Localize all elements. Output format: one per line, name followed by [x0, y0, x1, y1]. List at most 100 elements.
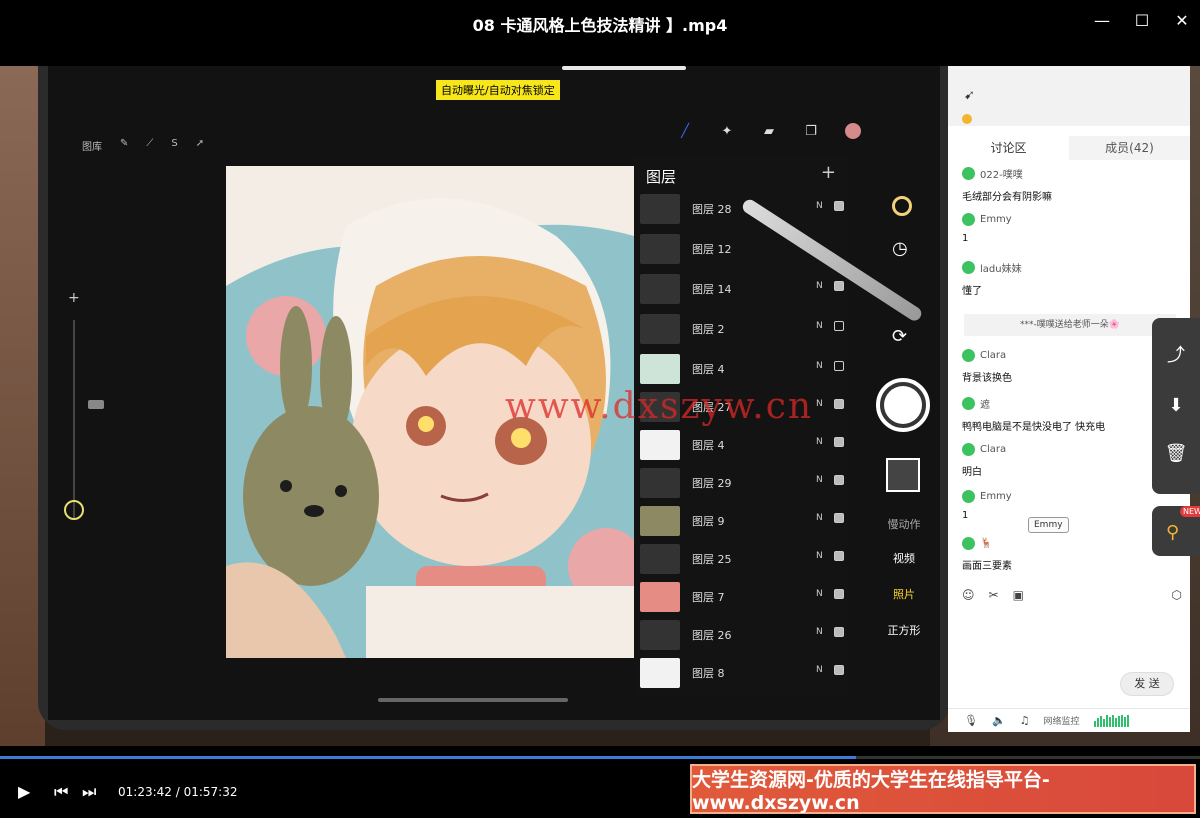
layer-blend-mode: N	[816, 627, 823, 637]
color-swatch-icon	[844, 122, 862, 140]
watermark: www.dxszyw.cn	[505, 386, 814, 427]
layer-name: 图层 28	[692, 203, 732, 216]
timer-icon: ◷	[892, 238, 908, 259]
next-icon[interactable]: ⏭	[82, 782, 96, 802]
mode-square: 正方形	[887, 624, 921, 637]
chat-tabs: 讨论区 成员(42)	[948, 136, 1190, 160]
speaker-icon[interactable]: 🔈	[992, 714, 1006, 727]
side-action-bar: ⤴ ⬇ 🗑	[1152, 318, 1200, 494]
network-bars-icon	[1093, 714, 1129, 727]
trash-icon[interactable]: 🗑	[1164, 442, 1188, 466]
wechat-icon	[962, 443, 975, 456]
layer-visibility-checkbox	[834, 361, 844, 371]
wechat-icon	[962, 167, 975, 180]
layer-thumbnail	[640, 194, 680, 224]
layer-row: 图层 2 N	[634, 310, 848, 348]
settings-icon[interactable]: ⬡	[1172, 588, 1182, 602]
microphone-icon[interactable]: 🎙	[964, 714, 978, 727]
slider-handle	[88, 400, 104, 409]
chat-message: ladu妹妹 懂了	[962, 260, 1182, 297]
message-user: Clara	[980, 350, 1007, 361]
shutter-button	[876, 378, 930, 432]
progress-bar[interactable]	[0, 756, 1200, 759]
download-icon[interactable]: ⬇	[1164, 394, 1188, 418]
share-icon[interactable]: ⤴	[1164, 344, 1188, 368]
layer-blend-mode: N	[816, 513, 823, 523]
wechat-icon	[962, 490, 975, 503]
layer-blend-mode: N	[816, 361, 823, 371]
layer-row: 图层 28 N	[634, 190, 848, 228]
layer-name: 图层 2	[692, 323, 725, 336]
layer-name: 图层 7	[692, 591, 725, 604]
layer-visibility-checkbox	[834, 281, 844, 291]
camera-controls: ◷ ⟳ 慢动作 视频 照片 正方形	[874, 186, 944, 746]
layer-row: 图层 14 N	[634, 270, 848, 308]
message-user: Clara	[980, 444, 1007, 455]
message-text: 1	[962, 510, 969, 521]
pin-button[interactable]: NEW ⚲	[1152, 506, 1200, 556]
layer-visibility-checkbox	[834, 399, 844, 409]
color-picker-icon	[64, 500, 84, 520]
cursor-icon: ➹	[964, 88, 975, 103]
layer-name: 图层 9	[692, 515, 725, 528]
layer-blend-mode: N	[816, 399, 823, 409]
layer-row: 图层 26 N	[634, 616, 848, 654]
message-user: 遮	[980, 400, 990, 411]
music-icon[interactable]: ♫	[1020, 714, 1030, 727]
layer-name: 图层 8	[692, 667, 725, 680]
eraser-icon: ▰	[764, 123, 774, 139]
layer-thumbnail	[640, 274, 680, 304]
layer-thumbnail	[640, 506, 680, 536]
layer-thumbnail	[640, 620, 680, 650]
plus-icon: +	[68, 290, 80, 306]
tab-members[interactable]: 成员(42)	[1069, 136, 1190, 160]
ipad-device: 自动曝光/自动对焦锁定 图库 ✎ ⟋ S ➚ ╱ ✦ ▰ ❐ + 图层 + 图层…	[38, 66, 950, 730]
chat-message: Emmy 1	[962, 213, 1182, 244]
message-user: 🦌	[980, 538, 993, 549]
home-indicator	[378, 698, 568, 702]
layer-name: 图层 4	[692, 363, 725, 376]
gift-notice: ***-噗噗送给老师一朵🌸	[964, 314, 1176, 336]
wechat-icon	[962, 537, 975, 550]
mode-video: 视频	[893, 552, 915, 565]
maximize-icon[interactable]: ☐	[1128, 8, 1156, 32]
emoji-icon[interactable]: ☺	[962, 588, 975, 602]
tab-discussion[interactable]: 讨论区	[948, 136, 1069, 160]
switch-camera-icon: ⟳	[892, 326, 908, 347]
image-icon[interactable]: ▣	[1013, 588, 1024, 602]
layer-row: 图层 29 N	[634, 464, 848, 502]
layer-blend-mode: N	[816, 321, 823, 331]
message-text: 背景该换色	[962, 373, 1012, 384]
layer-blend-mode: N	[816, 201, 823, 211]
chat-toolbar: ☺ ✂ ▣ ⬡	[962, 588, 1182, 602]
layer-name: 图层 14	[692, 283, 732, 296]
layer-row: 图层 4 N	[634, 350, 848, 388]
layer-thumbnail	[640, 354, 680, 384]
chat-message: Emmy 1	[962, 490, 1182, 521]
layer-thumbnail	[640, 234, 680, 264]
chat-header: ➹	[948, 66, 1190, 126]
close-icon[interactable]: ✕	[1168, 8, 1196, 32]
layer-visibility-checkbox	[834, 475, 844, 485]
magic-wand-icon: ⟋	[146, 138, 154, 149]
layer-row: 图层 9 N	[634, 502, 848, 540]
layer-row: 图层 25 N	[634, 540, 848, 578]
progress-fill	[0, 756, 856, 759]
message-user: Emmy	[980, 214, 1012, 225]
user-tooltip: Emmy	[1028, 517, 1069, 533]
message-text: 1	[962, 233, 969, 244]
layer-visibility-checkbox	[834, 321, 844, 331]
minimize-icon[interactable]: —	[1088, 8, 1116, 32]
previous-icon[interactable]: ⏮	[54, 782, 68, 802]
layer-name: 图层 12	[692, 243, 732, 256]
top-handle	[562, 66, 686, 70]
layer-thumbnail	[640, 314, 680, 344]
play-icon[interactable]: ▶	[18, 782, 30, 801]
scissors-icon[interactable]: ✂	[989, 588, 999, 602]
send-button[interactable]: 发 送	[1120, 672, 1174, 696]
layer-thumbnail	[640, 430, 680, 460]
slider-track	[73, 320, 75, 520]
message-user: Emmy	[980, 491, 1012, 502]
selection-icon: S	[171, 138, 178, 149]
message-text: 懂了	[962, 286, 982, 297]
